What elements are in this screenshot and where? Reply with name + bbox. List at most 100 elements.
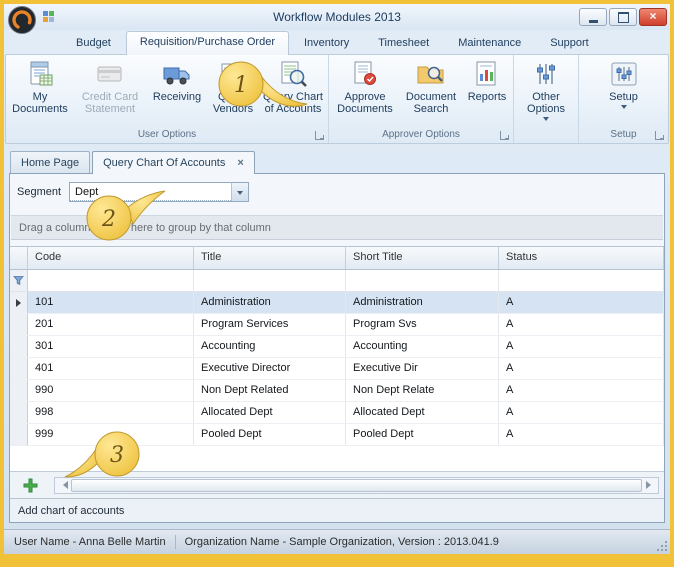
minimize-button[interactable] bbox=[579, 8, 607, 26]
filter-row[interactable] bbox=[10, 270, 664, 292]
cell-status: A bbox=[499, 292, 664, 313]
table-row[interactable]: 990 Non Dept Related Non Dept Relate A bbox=[10, 380, 664, 402]
row-indicator bbox=[10, 358, 28, 379]
scroll-right-button[interactable] bbox=[642, 478, 658, 493]
query-vendors-icon bbox=[218, 59, 248, 89]
row-indicator bbox=[10, 336, 28, 357]
table-row[interactable]: 201 Program Services Program Svs A bbox=[10, 314, 664, 336]
resize-grip[interactable] bbox=[656, 540, 667, 551]
app-logo-icon[interactable] bbox=[7, 5, 37, 35]
document-search-button[interactable]: Document Search bbox=[399, 56, 463, 128]
group-by-bar[interactable]: Drag a column header here to group by th… bbox=[11, 215, 663, 240]
maximize-button[interactable] bbox=[609, 8, 637, 26]
row-indicator bbox=[10, 314, 28, 335]
close-button[interactable]: × bbox=[639, 8, 667, 26]
ribbon: My Documents Credit Card Statement bbox=[5, 54, 669, 144]
table-row[interactable]: 998 Allocated Dept Allocated Dept A bbox=[10, 402, 664, 424]
scroll-left-button[interactable] bbox=[55, 478, 71, 493]
statusbar-organization: Organization Name - Sample Organization,… bbox=[185, 536, 499, 548]
filter-cell-title[interactable] bbox=[194, 270, 346, 291]
cell-code: 201 bbox=[28, 314, 194, 335]
query-chart-of-accounts-panel: Segment Dept Drag a column header here t… bbox=[9, 173, 665, 523]
cell-short-title: Administration bbox=[346, 292, 499, 313]
row-indicator bbox=[10, 292, 28, 313]
hint-bar: Add chart of accounts bbox=[10, 498, 664, 522]
table-row[interactable]: 101 Administration Administration A bbox=[10, 292, 664, 314]
cell-short-title: Executive Dir bbox=[346, 358, 499, 379]
maximize-icon bbox=[618, 12, 629, 23]
tab-home-page[interactable]: Home Page bbox=[10, 151, 90, 173]
ribbon-tab-budget[interactable]: Budget bbox=[62, 32, 125, 54]
filter-cell-status[interactable] bbox=[499, 270, 664, 291]
credit-card-statement-label: Credit Card Statement bbox=[73, 91, 147, 115]
scrollbar-thumb[interactable] bbox=[71, 479, 642, 492]
query-chart-of-accounts-button[interactable]: Query Chart of Accounts bbox=[260, 56, 326, 128]
segment-dropdown-button[interactable] bbox=[231, 183, 248, 201]
scroll-left-icon bbox=[59, 481, 68, 489]
my-documents-button[interactable]: My Documents bbox=[8, 56, 72, 128]
cell-code: 101 bbox=[28, 292, 194, 313]
tab-query-chart-of-accounts[interactable]: Query Chart Of Accounts × bbox=[92, 151, 255, 174]
dialog-launcher-icon[interactable] bbox=[655, 131, 664, 140]
dialog-launcher-icon[interactable] bbox=[315, 131, 324, 140]
column-header-title[interactable]: Title bbox=[194, 247, 346, 269]
grid-corner-cell bbox=[10, 247, 28, 269]
filter-cell-short-title[interactable] bbox=[346, 270, 499, 291]
chevron-down-icon bbox=[621, 105, 627, 112]
truck-icon bbox=[162, 59, 192, 89]
group-footer-setup: Setup bbox=[581, 128, 666, 143]
row-indicator bbox=[10, 380, 28, 401]
grid-empty-area bbox=[10, 446, 664, 471]
reports-button[interactable]: Reports bbox=[463, 56, 511, 128]
add-row-button[interactable] bbox=[15, 475, 45, 495]
row-indicator bbox=[10, 402, 28, 423]
column-header-code[interactable]: Code bbox=[28, 247, 194, 269]
cell-code: 401 bbox=[28, 358, 194, 379]
credit-card-statement-button[interactable]: Credit Card Statement bbox=[72, 56, 148, 128]
ribbon-tab-requisition-purchase-order[interactable]: Requisition/Purchase Order bbox=[126, 31, 289, 55]
receiving-button[interactable]: Receiving bbox=[148, 56, 206, 128]
setup-icon bbox=[609, 59, 639, 89]
my-documents-icon bbox=[25, 59, 55, 89]
horizontal-scrollbar[interactable] bbox=[54, 477, 659, 494]
app-window: Workflow Modules 2013 × Budget Requisiti… bbox=[0, 0, 674, 567]
query-vendors-button[interactable]: Query Vendors bbox=[206, 56, 260, 128]
segment-dropdown[interactable]: Dept bbox=[69, 182, 249, 202]
column-header-status[interactable]: Status bbox=[499, 247, 664, 269]
approve-documents-button[interactable]: Approve Documents bbox=[331, 56, 399, 128]
credit-card-icon bbox=[95, 59, 125, 89]
table-row[interactable]: 301 Accounting Accounting A bbox=[10, 336, 664, 358]
approver-options-buttons: Approve Documents Document Search bbox=[331, 56, 511, 128]
ribbon-tab-bar: Budget Requisition/Purchase Order Invent… bbox=[4, 30, 670, 54]
ribbon-tab-support[interactable]: Support bbox=[536, 32, 603, 54]
segment-dropdown-value[interactable]: Dept bbox=[70, 183, 231, 201]
setup-label: Setup bbox=[609, 91, 638, 103]
query-vendors-label: Query Vendors bbox=[207, 91, 259, 115]
tab-query-chart-of-accounts-label: Query Chart Of Accounts bbox=[103, 157, 225, 169]
tab-close-icon[interactable]: × bbox=[237, 158, 243, 169]
dialog-launcher-icon[interactable] bbox=[500, 131, 509, 140]
cell-code: 301 bbox=[28, 336, 194, 357]
ribbon-tab-inventory[interactable]: Inventory bbox=[290, 32, 363, 54]
cell-short-title: Accounting bbox=[346, 336, 499, 357]
tab-home-page-label: Home Page bbox=[21, 157, 79, 169]
ribbon-tab-timesheet[interactable]: Timesheet bbox=[364, 32, 443, 54]
cell-status: A bbox=[499, 314, 664, 335]
table-row[interactable]: 999 Pooled Dept Pooled Dept A bbox=[10, 424, 664, 446]
cell-title: Program Services bbox=[194, 314, 346, 335]
scroll-right-icon bbox=[646, 481, 655, 489]
table-row[interactable]: 401 Executive Director Executive Dir A bbox=[10, 358, 664, 380]
approve-documents-label: Approve Documents bbox=[332, 91, 398, 115]
statusbar-user: User Name - Anna Belle Martin bbox=[14, 536, 166, 548]
setup-button[interactable]: Setup bbox=[597, 56, 651, 128]
ribbon-tab-maintenance[interactable]: Maintenance bbox=[444, 32, 535, 54]
group-footer-other-options bbox=[516, 128, 576, 143]
other-options-button[interactable]: Other Options bbox=[516, 56, 576, 128]
filter-cell-code[interactable] bbox=[28, 270, 194, 291]
cell-title: Pooled Dept bbox=[194, 424, 346, 445]
current-row-arrow-icon bbox=[16, 299, 21, 307]
group-label-approver-options: Approver Options bbox=[382, 129, 460, 140]
column-header-short-title[interactable]: Short Title bbox=[346, 247, 499, 269]
group-footer-user-options: User Options bbox=[8, 128, 326, 143]
cell-title: Administration bbox=[194, 292, 346, 313]
